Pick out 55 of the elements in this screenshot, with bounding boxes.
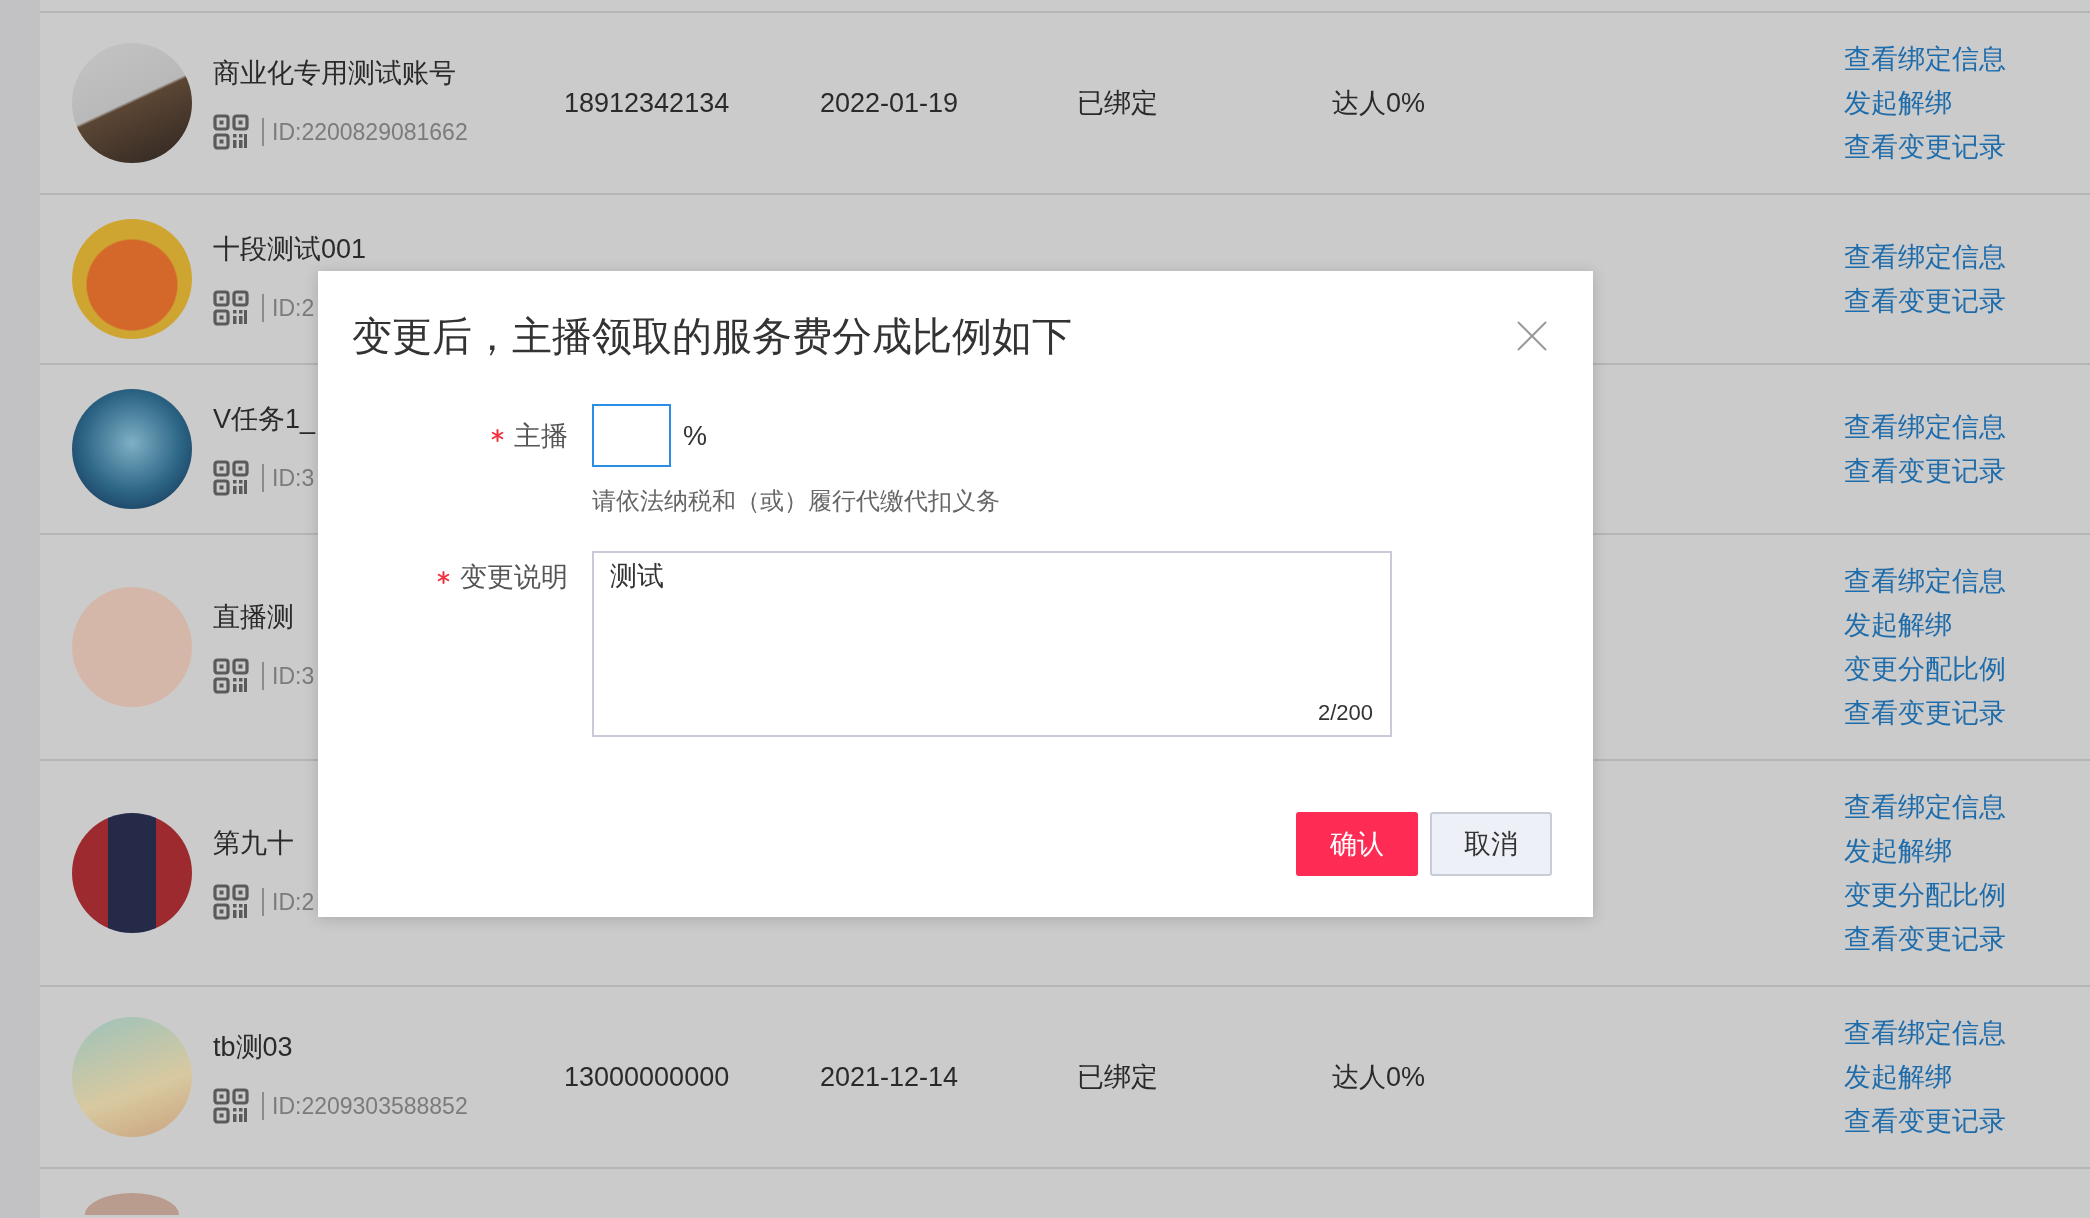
account-id: ID:2 (272, 888, 315, 917)
action-link[interactable]: 查看变更记录 (1844, 449, 2006, 493)
tax-hint-text: 请依法纳税和（或）履行代缴代扣义务 (592, 486, 1000, 516)
action-link[interactable]: 查看绑定信息 (1844, 559, 2006, 603)
action-link[interactable]: 查看绑定信息 (1844, 1011, 2006, 1055)
account-name: V任务1_ (213, 403, 316, 436)
percent-input[interactable] (592, 404, 671, 467)
bind-date: 2022-01-19 (820, 87, 959, 120)
field-label: 主播 (514, 419, 568, 453)
account-name: 商业化专用测试账号 (213, 57, 456, 90)
qr-code-icon[interactable] (213, 884, 249, 920)
qr-code-icon[interactable] (213, 114, 249, 150)
confirm-button[interactable]: 确认 (1296, 812, 1418, 876)
account-name: 第九十 (213, 827, 294, 860)
action-link[interactable]: 发起解绑 (1844, 603, 1952, 647)
action-link[interactable]: 查看变更记录 (1844, 279, 2006, 323)
dialog-title: 变更后，主播领取的服务费分成比例如下 (352, 313, 1072, 360)
action-link[interactable]: 查看绑定信息 (1844, 235, 2006, 279)
account-name: tb测03 (213, 1031, 293, 1064)
percent-unit: % (683, 419, 707, 453)
qr-code-icon[interactable] (213, 290, 249, 326)
character-counter: 2/200 (1317, 699, 1373, 727)
action-link[interactable]: 查看变更记录 (1844, 917, 2006, 961)
action-link[interactable]: 发起解绑 (1844, 1055, 1952, 1099)
account-name: 直播测 (213, 601, 294, 634)
action-link[interactable]: 发起解绑 (1844, 81, 1952, 125)
action-link[interactable]: 变更分配比例 (1844, 873, 2006, 917)
account-id: ID:3 (272, 662, 315, 691)
account-id: ID:2 (272, 294, 315, 323)
cancel-button[interactable]: 取消 (1430, 812, 1552, 876)
qr-code-icon[interactable] (213, 1088, 249, 1124)
action-link[interactable]: 查看变更记录 (1844, 1099, 2006, 1143)
phone-number: 13000000000 (564, 1061, 730, 1094)
share-ratio: 达人0% (1332, 87, 1426, 120)
account-name: 十段测试001 (213, 233, 367, 266)
bind-status: 已绑定 (1077, 87, 1158, 120)
bind-status: 已绑定 (1077, 1061, 1158, 1094)
action-link[interactable]: 查看变更记录 (1844, 125, 2006, 169)
phone-number: 18912342134 (564, 87, 730, 120)
action-link[interactable]: 变更分配比例 (1844, 647, 2006, 691)
bind-date: 2021-12-14 (820, 1061, 959, 1094)
qr-code-icon[interactable] (213, 460, 249, 496)
action-link[interactable]: 查看绑定信息 (1844, 405, 2006, 449)
action-link[interactable]: 查看变更记录 (1844, 691, 2006, 735)
description-textarea[interactable]: 测试 2/200 (592, 551, 1392, 737)
field-label: 变更说明 (460, 561, 568, 594)
account-id: ID:2209303588852 (272, 1092, 468, 1121)
share-ratio: 达人0% (1332, 1061, 1426, 1094)
action-link[interactable]: 查看绑定信息 (1844, 785, 2006, 829)
account-id: ID:2200829081662 (272, 118, 468, 147)
close-icon[interactable] (1517, 321, 1547, 351)
action-link[interactable]: 查看绑定信息 (1844, 37, 2006, 81)
action-link[interactable]: 发起解绑 (1844, 829, 1952, 873)
qr-code-icon[interactable] (213, 658, 249, 694)
account-id: ID:3 (272, 464, 315, 493)
